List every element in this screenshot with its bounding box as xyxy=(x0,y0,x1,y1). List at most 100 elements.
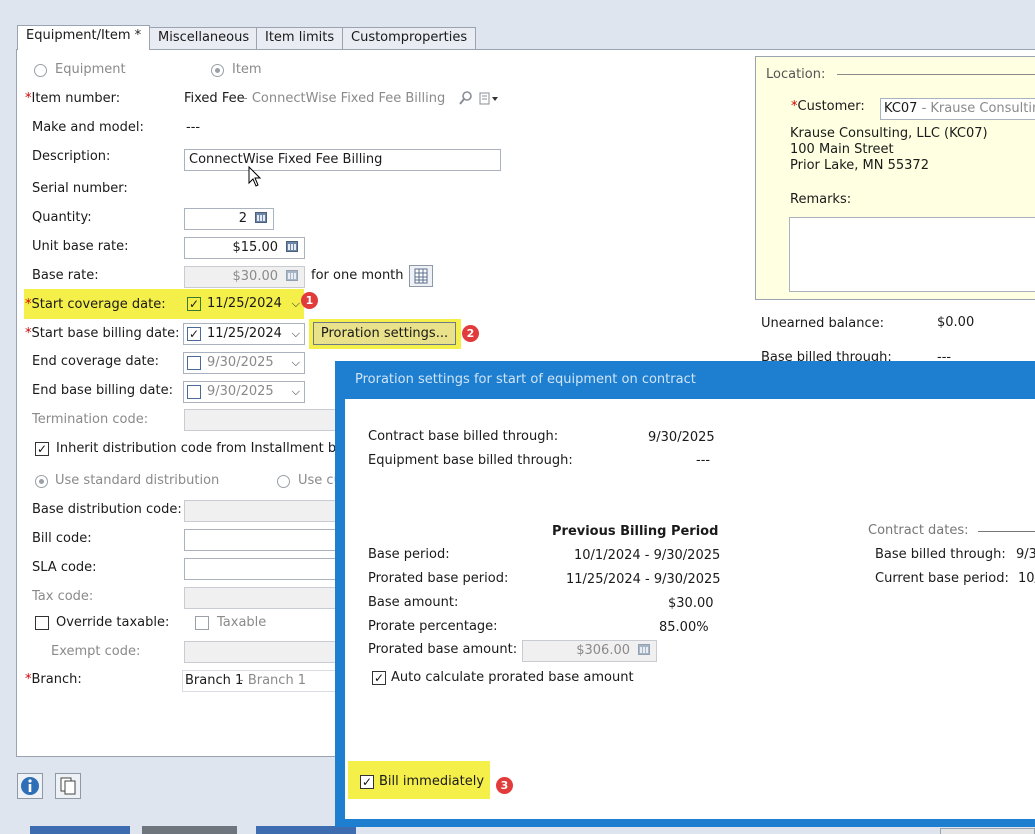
label-text: Branch: xyxy=(31,672,82,687)
make-model-label: Make and model: xyxy=(32,120,144,135)
use-standard-distribution-radio[interactable] xyxy=(35,475,48,488)
location-divider xyxy=(837,74,1035,75)
end-coverage-date-picker[interactable]: 9/30/2025 ⌵ xyxy=(183,352,305,374)
contract-base-billed-through-value: 9/3 xyxy=(1016,547,1035,562)
description-label: Description: xyxy=(32,149,111,164)
equipment-billed-through-value: --- xyxy=(696,453,711,468)
calculator-icon[interactable] xyxy=(286,241,298,252)
branch-field[interactable]: Branch 1 - Branch 1 xyxy=(182,670,342,692)
bottom-nav-button[interactable] xyxy=(256,826,356,834)
start-billing-label: *Start base billing date: xyxy=(25,326,180,341)
item-number-code: Fixed Fee xyxy=(184,91,245,106)
end-coverage-label: End coverage date: xyxy=(32,354,160,369)
equipment-radio[interactable] xyxy=(34,64,47,77)
description-input[interactable]: ConnectWise Fixed Fee Billing xyxy=(184,149,501,171)
end-coverage-checkbox[interactable] xyxy=(187,356,201,370)
bill-code-label: Bill code: xyxy=(32,531,92,546)
tab-equipment-item[interactable]: Equipment/Item * xyxy=(17,25,151,50)
tab-item-limits[interactable]: Item limits xyxy=(256,27,344,49)
bill-code-input[interactable] xyxy=(184,529,344,551)
proration-settings-button[interactable]: Proration settings... xyxy=(313,322,456,345)
override-taxable-checkbox[interactable] xyxy=(35,616,49,630)
start-billing-checkbox[interactable]: ✓ xyxy=(187,327,201,341)
customer-input[interactable]: KC07 - Krause Consulting xyxy=(880,98,1035,120)
bill-immediately-checkbox[interactable]: ✓ xyxy=(360,775,374,789)
base-period-value: 10/1/2024 - 9/30/2025 xyxy=(574,548,721,563)
inherit-distribution-label: Inherit distribution code from Installme… xyxy=(56,441,351,456)
inherit-distribution-checkbox[interactable]: ✓ xyxy=(35,442,49,456)
use-custom-distribution-radio[interactable] xyxy=(277,475,290,488)
serial-number-label: Serial number: xyxy=(32,181,128,196)
chevron-down-icon[interactable]: ⌵ xyxy=(292,382,300,402)
unearned-balance-label: Unearned balance: xyxy=(761,316,885,331)
tax-code-label: Tax code: xyxy=(32,589,94,604)
location-panel: Location: *Customer: KC07 - Krause Consu… xyxy=(755,56,1035,300)
contract-billed-through-label: Contract base billed through: xyxy=(368,429,559,444)
start-billing-date-picker[interactable]: ✓ 11/25/2024 ⌵ xyxy=(183,323,305,345)
contract-dates-divider xyxy=(978,531,1035,532)
search-icon[interactable] xyxy=(459,91,473,105)
copy-button[interactable] xyxy=(55,773,81,799)
calendar-grid-button[interactable] xyxy=(409,265,433,287)
dialog-action-button[interactable] xyxy=(940,828,1035,834)
branch-code: Branch 1 xyxy=(185,673,244,688)
base-distribution-code-input xyxy=(184,500,344,522)
item-radio[interactable] xyxy=(211,64,224,77)
chevron-down-icon[interactable]: ⌵ xyxy=(292,353,300,373)
prorate-percentage-label: Prorate percentage: xyxy=(368,619,498,634)
customer-code: KC07 xyxy=(884,101,918,116)
start-coverage-value: 11/25/2024 xyxy=(207,296,282,311)
bill-immediately-label: Bill immediately xyxy=(379,774,485,789)
bottom-nav-button[interactable] xyxy=(142,826,237,834)
auto-calculate-checkbox[interactable]: ✓ xyxy=(372,671,386,685)
make-model-value: --- xyxy=(186,120,201,135)
start-coverage-label: *Start coverage date: xyxy=(25,297,166,312)
tab-custom-properties[interactable]: Customproperties xyxy=(342,27,477,49)
chevron-down-icon[interactable]: ⌵ xyxy=(292,324,300,344)
button-label: Proration settings... xyxy=(320,326,449,341)
location-title: Location: xyxy=(766,67,826,82)
dialog-title-bar[interactable]: Proration settings for start of equipmen… xyxy=(335,361,1035,399)
calculator-icon[interactable] xyxy=(255,212,267,223)
address-line-3: Prior Lake, MN 55372 xyxy=(790,158,929,173)
base-rate-label: Base rate: xyxy=(32,268,99,283)
equipment-radio-label: Equipment xyxy=(55,62,126,77)
auto-calculate-label: Auto calculate prorated base amount xyxy=(391,670,634,685)
end-billing-checkbox[interactable] xyxy=(187,385,201,399)
start-billing-value: 11/25/2024 xyxy=(207,326,282,341)
tab-miscellaneous[interactable]: Miscellaneous xyxy=(149,27,259,49)
tab-label: Item limits xyxy=(265,30,335,45)
calculator-icon xyxy=(286,270,298,281)
label-text: Item number: xyxy=(31,91,121,106)
quantity-label: Quantity: xyxy=(32,210,92,225)
start-coverage-checkbox[interactable]: ✓ xyxy=(187,297,201,311)
equipment-billed-through-label: Equipment base billed through: xyxy=(368,453,573,468)
mouse-cursor-icon xyxy=(248,165,262,188)
sla-code-label: SLA code: xyxy=(32,560,97,575)
contract-billed-through-value: 9/30/2025 xyxy=(648,430,715,445)
end-billing-date-picker[interactable]: 9/30/2025 ⌵ xyxy=(183,381,305,403)
tab-label: Miscellaneous xyxy=(158,30,250,45)
sla-code-input[interactable] xyxy=(184,558,344,580)
branch-desc: - Branch 1 xyxy=(239,673,307,688)
unit-base-rate-label: Unit base rate: xyxy=(32,239,129,254)
prorated-base-amount-label: Prorated base amount: xyxy=(368,642,518,657)
label-text: Start base billing date: xyxy=(31,326,180,341)
label-text: Start coverage date: xyxy=(31,297,166,312)
bottom-nav-button[interactable] xyxy=(30,826,130,834)
customer-desc: - Krause Consulting xyxy=(921,101,1035,116)
prorated-base-period-value: 11/25/2024 - 9/30/2025 xyxy=(566,572,721,587)
start-coverage-date-picker[interactable]: ✓ 11/25/2024 ⌵ xyxy=(183,293,305,315)
base-distribution-code-label: Base distribution code: xyxy=(32,502,182,517)
end-billing-value: 9/30/2025 xyxy=(207,384,274,399)
remarks-textarea[interactable] xyxy=(789,217,1035,292)
chevron-down-icon[interactable]: ⌵ xyxy=(292,294,300,314)
address-line-1: Krause Consulting, LLC (KC07) xyxy=(790,126,988,141)
tax-code-input xyxy=(184,587,344,609)
callout-badge-3: 3 xyxy=(496,777,513,794)
customer-label: *Customer: xyxy=(791,99,865,114)
info-button[interactable] xyxy=(17,773,43,799)
item-number-field[interactable]: Fixed Fee - ConnectWise Fixed Fee Billin… xyxy=(182,89,504,111)
prorate-percentage-value: 85.00% xyxy=(659,620,709,635)
lookup-menu-icon[interactable] xyxy=(479,91,501,107)
